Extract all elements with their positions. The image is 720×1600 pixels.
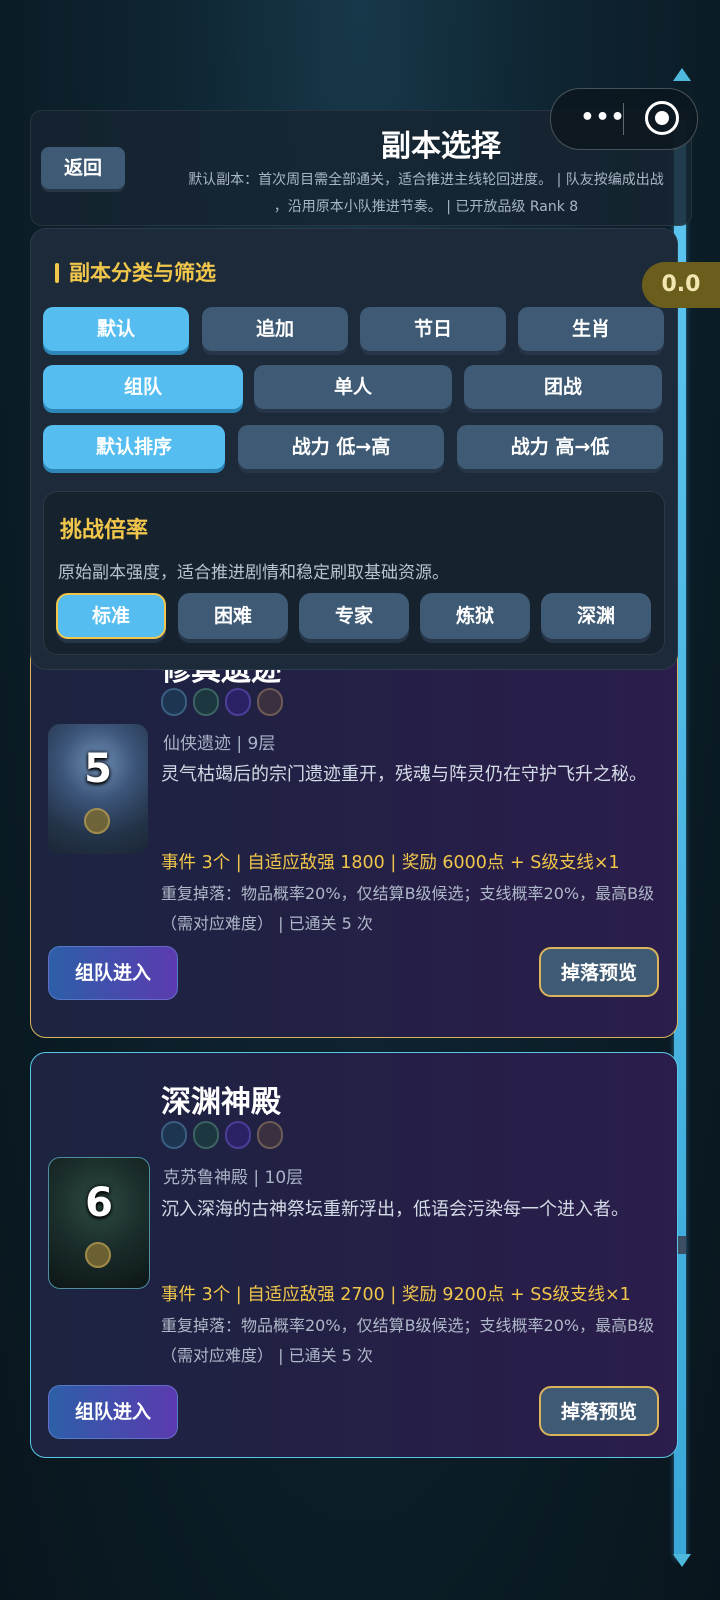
dungeon-reward: 事件 3个 | 自适应敌强 2700 | 奖励 9200点 + SS级支线×1 xyxy=(161,1285,631,1305)
dungeon-reward: 事件 3个 | 自适应敌强 1800 | 奖励 6000点 + S级支线×1 xyxy=(161,853,620,873)
score-badge[interactable]: 0.0 xyxy=(642,262,720,308)
filter-section-title: 副本分类与筛选 xyxy=(55,257,216,287)
scroll-down-icon[interactable] xyxy=(673,1554,691,1567)
challenge-rate-title: 挑战倍率 xyxy=(60,518,149,543)
element-gems xyxy=(161,688,289,718)
dungeon-location: 克苏鲁神殿 | 10层 xyxy=(163,1168,304,1188)
gem-icon xyxy=(225,1121,251,1149)
header-desc-line2: ，沿用原本小队推进节奏。 | 已开放品级 Rank 8 xyxy=(273,199,579,215)
sort-default-button[interactable]: 默认排序 xyxy=(43,425,225,469)
dungeon-number: 6 xyxy=(85,1180,113,1226)
category-extra-button[interactable]: 追加 xyxy=(202,307,348,351)
drop-preview-button[interactable]: 掉落预览 xyxy=(539,947,659,997)
coin-icon xyxy=(85,1242,111,1268)
dungeon-story: 灵气枯竭后的宗门遗迹重开，残魂与阵灵仍在守护飞升之秘。 xyxy=(161,764,647,785)
rate-abyss-button[interactable]: 深渊 xyxy=(541,593,651,639)
header-description: 默认副本：首次周目需全部通关，适合推进主线轮回进度。 | 队友按编成出战 ，沿用… xyxy=(136,167,716,221)
category-default-button[interactable]: 默认 xyxy=(43,307,189,351)
dungeon-card[interactable]: 深渊神殿 6 克苏鲁神殿 | 10层 沉入深海的古神祭坛重新浮出，低语会污染每一… xyxy=(30,1052,678,1458)
mode-raid-button[interactable]: 团战 xyxy=(464,365,662,409)
gem-icon xyxy=(257,688,283,716)
rate-standard-button[interactable]: 标准 xyxy=(56,593,166,639)
gem-icon xyxy=(193,688,219,716)
scroll-up-icon[interactable] xyxy=(673,68,691,81)
rate-expert-button[interactable]: 专家 xyxy=(299,593,409,639)
miniprogram-capsule: ••• xyxy=(550,88,698,150)
rate-hard-button[interactable]: 困难 xyxy=(178,593,288,639)
gem-icon xyxy=(257,1121,283,1149)
header-desc-line1: 默认副本：首次周目需全部通关，适合推进主线轮回进度。 | 队友按编成出战 xyxy=(188,172,664,188)
dungeon-number: 5 xyxy=(84,746,112,792)
dungeon-title: 深渊神殿 xyxy=(161,1085,281,1120)
category-zodiac-button[interactable]: 生肖 xyxy=(518,307,664,351)
gem-icon xyxy=(161,688,187,716)
dungeon-thumbnail: 6 xyxy=(48,1157,150,1289)
challenge-rate-description: 原始副本强度，适合推进剧情和稳定刷取基础资源。 xyxy=(58,563,449,583)
challenge-rate-panel: 挑战倍率 原始副本强度，适合推进剧情和稳定刷取基础资源。 标准 困难 专家 炼狱… xyxy=(43,491,665,655)
rate-purgatory-button[interactable]: 炼狱 xyxy=(420,593,530,639)
sort-power-desc-button[interactable]: 战力 高→低 xyxy=(457,425,663,469)
close-target-icon[interactable] xyxy=(645,101,679,135)
gem-icon xyxy=(193,1121,219,1149)
element-gems xyxy=(161,1121,289,1151)
back-button[interactable]: 返回 xyxy=(41,147,125,189)
dungeon-drop-info: 重复掉落：物品概率20%，仅结算B级候选；支线概率20%，最高B级（需对应难度）… xyxy=(161,1316,655,1365)
coin-icon xyxy=(84,808,110,834)
team-enter-button[interactable]: 组队进入 xyxy=(48,1385,178,1439)
team-enter-button[interactable]: 组队进入 xyxy=(48,946,178,1000)
gem-icon xyxy=(161,1121,187,1149)
dungeon-story: 沉入深海的古神祭坛重新浮出，低语会污染每一个进入者。 xyxy=(161,1199,629,1220)
filter-panel: 副本分类与筛选 默认 追加 节日 生肖 组队 单人 团战 默认排序 战力 低→高… xyxy=(30,228,678,670)
mode-solo-button[interactable]: 单人 xyxy=(254,365,452,409)
dungeon-drop-info: 重复掉落：物品概率20%，仅结算B级候选；支线概率20%，最高B级（需对应难度）… xyxy=(161,884,655,933)
drop-preview-button[interactable]: 掉落预览 xyxy=(539,1386,659,1436)
gem-icon xyxy=(225,688,251,716)
more-icon[interactable]: ••• xyxy=(573,105,633,133)
category-festival-button[interactable]: 节日 xyxy=(360,307,506,351)
dungeon-location: 仙侠遗迹 | 9层 xyxy=(163,734,276,754)
sort-power-asc-button[interactable]: 战力 低→高 xyxy=(238,425,444,469)
mode-team-button[interactable]: 组队 xyxy=(43,365,243,409)
dungeon-thumbnail: 5 xyxy=(48,724,148,854)
capsule-divider xyxy=(623,103,624,135)
